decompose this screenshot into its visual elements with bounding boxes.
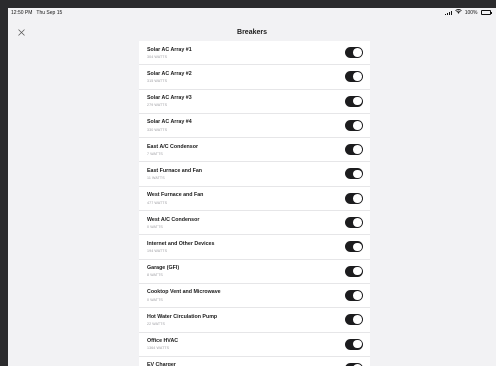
battery-percent: 100% [464,9,478,16]
breaker-row: Solar AC Array #3 279 WATTS [139,90,370,114]
toggle-knob [353,266,362,276]
breaker-watts: 22 WATTS [147,322,165,327]
toggle-knob [353,145,362,154]
toggle-knob [353,193,362,203]
breaker-row: Solar AC Array #2 315 WATTS [139,65,370,90]
wifi-icon [454,9,462,16]
breaker-row: Solar AC Array #4 330 WATTS [139,114,370,139]
toggle-knob [353,121,362,130]
breaker-name: Internet and Other Devices [147,240,215,247]
breaker-toggle[interactable] [345,119,363,131]
breaker-watts: 8 WATTS [147,273,163,278]
toggle-knob [353,169,362,179]
breaker-toggle[interactable] [345,314,363,326]
breaker-toggle[interactable] [345,289,363,301]
toggle-knob [353,72,362,82]
toggle-knob [353,218,362,227]
status-date: Thu Sep 15 [36,9,63,16]
breaker-name: Office HVAC [147,338,179,345]
breaker-watts: 11 WATTS [147,176,165,181]
breaker-toggle[interactable] [345,265,363,277]
breaker-name: Cooktop Vent and Microwave [147,289,221,296]
toggle-knob [353,339,362,349]
breaker-name: Hot Water Circulation Pump [147,313,218,320]
breaker-toggle[interactable] [345,144,363,156]
page-title: Breakers [237,28,267,36]
breaker-watts: 194 WATTS [147,249,168,254]
breaker-row: Solar AC Array #1 304 WATTS [139,41,370,66]
breaker-toggle[interactable] [345,71,363,83]
device-screen: 12:50 PM Thu Sep 15 100% Breakers Solar A… [8,8,496,366]
breaker-list: Solar AC Array #1 304 WATTS Solar AC Array… [139,41,370,366]
breaker-row: Garage (GFI) 8 WATTS [139,260,370,284]
breaker-name: Solar AC Array #2 [147,70,192,77]
breaker-row: EV Charger [139,357,370,366]
status-left: 12:50 PM Thu Sep 15 [11,10,66,16]
cellular-signal-icon [445,10,452,15]
breaker-row: Hot Water Circulation Pump 22 WATTS [139,308,370,333]
breaker-watts: 315 WATTS [147,79,168,84]
breaker-row: West Furnace and Fan 477 WATTS [139,187,370,212]
breaker-toggle[interactable] [345,338,363,350]
battery-icon [480,10,492,15]
breaker-toggle[interactable] [345,192,363,204]
status-right: 100% [445,9,492,16]
breaker-row: Office HVAC 1364 WATTS [139,333,370,357]
breaker-name: Solar AC Array #3 [147,95,192,102]
close-icon [17,28,25,36]
breaker-toggle[interactable] [345,241,363,253]
toggle-knob [353,96,362,106]
breaker-watts: 1364 WATTS [147,346,170,351]
breaker-watts: 0 WATTS [147,297,163,302]
breaker-row: West A/C Condensor 0 WATTS [139,211,370,236]
breaker-row: Internet and Other Devices 194 WATTS [139,235,370,260]
breaker-watts: 279 WATTS [147,103,168,108]
breaker-toggle[interactable] [345,95,363,107]
breaker-watts: 330 WATTS [147,127,168,132]
breaker-toggle[interactable] [345,168,363,180]
breaker-name: East Furnace and Fan [147,167,203,174]
breaker-name: Garage (GFI) [147,265,180,272]
toggle-knob [353,315,362,325]
toggle-knob [353,48,362,57]
breaker-watts: 7 WATTS [147,151,163,156]
breaker-name: East A/C Condensor [147,143,199,150]
breaker-watts: 0 WATTS [147,224,163,229]
breaker-name: EV Charger [147,362,176,366]
breaker-name: West Furnace and Fan [147,192,204,199]
breaker-toggle[interactable] [345,217,363,229]
breaker-name: West A/C Condensor [147,216,200,223]
breaker-watts: 304 WATTS [147,54,168,59]
breaker-row: Cooktop Vent and Microwave 0 WATTS [139,284,370,309]
toggle-knob [353,242,362,252]
breaker-name: Solar AC Array #1 [147,46,192,53]
breaker-watts: 477 WATTS [147,200,168,205]
close-button[interactable] [14,25,28,39]
status-bar: 12:50 PM Thu Sep 15 100% [8,8,496,17]
toggle-knob [353,291,362,300]
status-time: 12:50 PM [11,9,33,16]
breaker-toggle[interactable] [345,47,363,58]
breaker-name: Solar AC Array #4 [147,119,192,126]
breaker-row: East Furnace and Fan 11 WATTS [139,162,370,187]
breaker-row: East A/C Condensor 7 WATTS [139,138,370,163]
